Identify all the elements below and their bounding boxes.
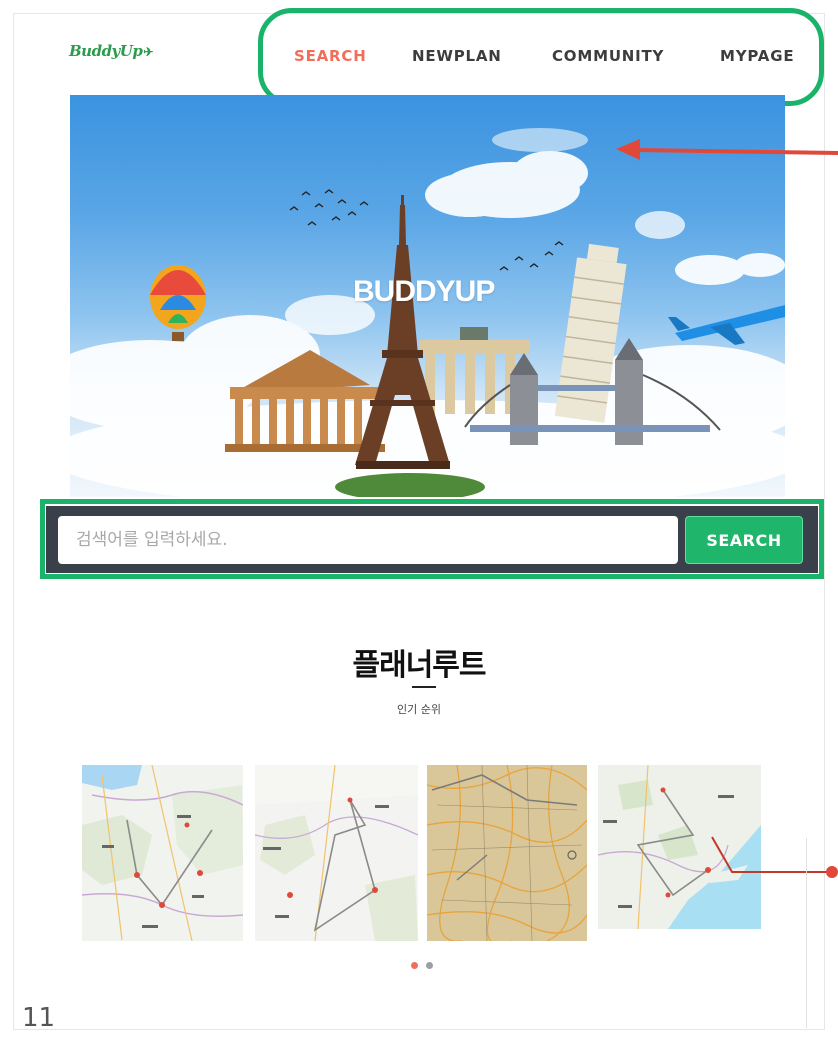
search-input[interactable] [58,516,678,564]
slide-number: 11 [22,1003,56,1033]
vertical-divider [806,838,807,1028]
logo-text: BuddyUp [69,42,143,60]
section-divider [412,686,436,688]
hero-annotation-arrow [616,139,838,160]
section-subtitle: 인기 순위 [397,703,441,716]
nav-mypage[interactable]: MYPAGE [720,47,794,65]
search-button[interactable]: SEARCH [685,516,803,564]
route-map-poland-icon [82,765,243,941]
nav-community[interactable]: COMMUNITY [552,47,664,65]
logo[interactable]: BuddyUp✈ [69,42,153,60]
carousel-pagination [411,962,433,969]
route-map-card-1[interactable] [82,765,243,941]
plane-icon: ✈ [143,45,153,59]
carousel-dot-2[interactable] [426,962,433,969]
route-map-card-2[interactable] [255,765,418,941]
nav-search[interactable]: SEARCH [294,47,367,65]
route-map-road-atlas-icon [427,765,587,941]
route-map-card-3[interactable] [427,765,587,941]
nav-newplan[interactable]: NEWPLAN [412,47,502,65]
carousel-dot-1[interactable] [411,962,418,969]
map-annotation-line [711,836,838,878]
section-title: 플래너루트 [352,648,487,683]
route-map-pakistan-icon [255,765,418,941]
hero-title: BUDDYUP [353,275,495,308]
